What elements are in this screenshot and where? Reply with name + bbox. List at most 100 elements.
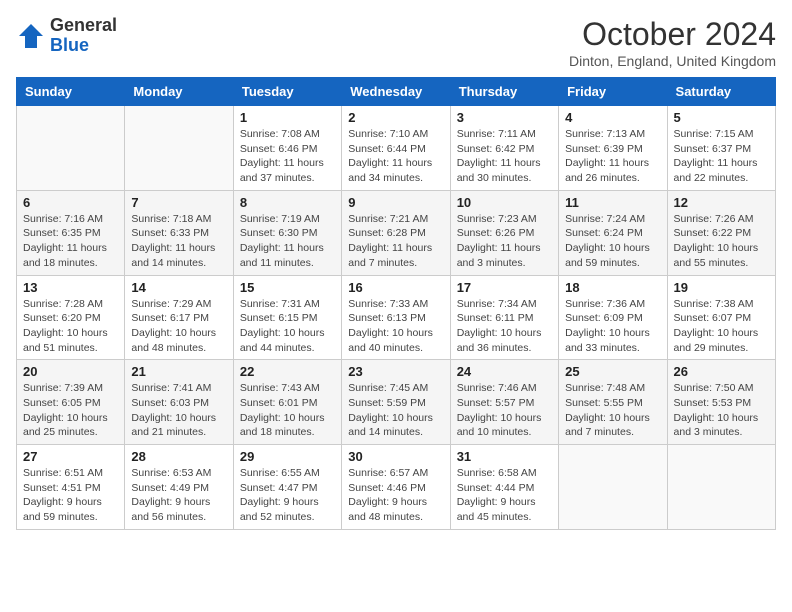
day-number: 27 (23, 449, 118, 464)
day-detail: Sunrise: 6:51 AM Sunset: 4:51 PM Dayligh… (23, 466, 118, 525)
calendar-cell: 2 Sunrise: 7:10 AM Sunset: 6:44 PM Daylig… (342, 106, 450, 191)
day-detail: Sunrise: 7:21 AM Sunset: 6:28 PM Dayligh… (348, 212, 443, 271)
calendar-week-1: 1Sunrise: 7:08 AM Sunset: 6:46 PM Daylig… (17, 106, 776, 191)
calendar-cell: 14 Sunrise: 7:29 AM Sunset: 6:17 PM Dayli… (125, 275, 233, 360)
calendar-cell: 8Sunrise: 7:19 AM Sunset: 6:30 PM Daylig… (233, 190, 341, 275)
day-number: 30 (348, 449, 443, 464)
month-title: October 2024 (569, 16, 776, 53)
day-detail: Sunrise: 7:34 AM Sunset: 6:11 PM Dayligh… (457, 297, 552, 356)
calendar-week-4: 20Sunrise: 7:39 AM Sunset: 6:05 PM Dayli… (17, 360, 776, 445)
day-number: 24 (457, 364, 552, 379)
day-detail: Sunrise: 7:36 AM Sunset: 6:09 PM Dayligh… (565, 297, 660, 356)
day-detail: Sunrise: 6:55 AM Sunset: 4:47 PM Dayligh… (240, 466, 335, 525)
calendar-cell (667, 445, 775, 530)
day-number: 26 (674, 364, 769, 379)
day-number: 12 (674, 195, 769, 210)
day-detail: Sunrise: 6:53 AM Sunset: 4:49 PM Dayligh… (131, 466, 226, 525)
calendar-cell: 25 Sunrise: 7:48 AM Sunset: 5:55 PM Dayli… (559, 360, 667, 445)
day-detail: Sunrise: 7:45 AM Sunset: 5:59 PM Dayligh… (348, 381, 443, 440)
day-detail: Sunrise: 7:33 AM Sunset: 6:13 PM Dayligh… (348, 297, 443, 356)
calendar-cell: 9Sunrise: 7:21 AM Sunset: 6:28 PM Daylig… (342, 190, 450, 275)
day-detail: Sunrise: 7:48 AM Sunset: 5:55 PM Dayligh… (565, 381, 660, 440)
day-number: 7 (131, 195, 226, 210)
day-detail: Sunrise: 7:29 AM Sunset: 6:17 PM Dayligh… (131, 297, 226, 356)
day-number: 14 (131, 280, 226, 295)
day-number: 2 (348, 110, 443, 125)
calendar-cell: 22 Sunrise: 7:43 AM Sunset: 6:01 PM Dayli… (233, 360, 341, 445)
weekday-header-monday: Monday (125, 78, 233, 106)
calendar-cell: 15 Sunrise: 7:31 AM Sunset: 6:15 PM Dayli… (233, 275, 341, 360)
day-detail: Sunrise: 7:23 AM Sunset: 6:26 PM Dayligh… (457, 212, 552, 271)
day-number: 13 (23, 280, 118, 295)
calendar-cell: 12 Sunrise: 7:26 AM Sunset: 6:22 PM Dayli… (667, 190, 775, 275)
day-detail: Sunrise: 7:46 AM Sunset: 5:57 PM Dayligh… (457, 381, 552, 440)
calendar-cell: 30 Sunrise: 6:57 AM Sunset: 4:46 PM Dayli… (342, 445, 450, 530)
calendar-cell: 4 Sunrise: 7:13 AM Sunset: 6:39 PM Daylig… (559, 106, 667, 191)
day-number: 23 (348, 364, 443, 379)
day-number: 22 (240, 364, 335, 379)
calendar-cell: 7 Sunrise: 7:18 AM Sunset: 6:33 PM Daylig… (125, 190, 233, 275)
day-detail: Sunrise: 7:18 AM Sunset: 6:33 PM Dayligh… (131, 212, 226, 271)
weekday-header-row: SundayMondayTuesdayWednesdayThursdayFrid… (17, 78, 776, 106)
weekday-header-thursday: Thursday (450, 78, 558, 106)
day-detail: Sunrise: 7:10 AM Sunset: 6:44 PM Dayligh… (348, 127, 443, 186)
calendar-cell (125, 106, 233, 191)
logo-blue-text: Blue (50, 35, 89, 55)
day-detail: Sunrise: 6:57 AM Sunset: 4:46 PM Dayligh… (348, 466, 443, 525)
calendar-cell: 5Sunrise: 7:15 AM Sunset: 6:37 PM Daylig… (667, 106, 775, 191)
day-detail: Sunrise: 7:50 AM Sunset: 5:53 PM Dayligh… (674, 381, 769, 440)
calendar-cell: 16 Sunrise: 7:33 AM Sunset: 6:13 PM Dayli… (342, 275, 450, 360)
calendar-cell (559, 445, 667, 530)
day-detail: Sunrise: 7:11 AM Sunset: 6:42 PM Dayligh… (457, 127, 552, 186)
calendar-cell: 18 Sunrise: 7:36 AM Sunset: 6:09 PM Dayli… (559, 275, 667, 360)
day-number: 29 (240, 449, 335, 464)
location-subtitle: Dinton, England, United Kingdom (569, 53, 776, 69)
title-area: October 2024 Dinton, England, United Kin… (569, 16, 776, 69)
day-number: 21 (131, 364, 226, 379)
day-detail: Sunrise: 7:38 AM Sunset: 6:07 PM Dayligh… (674, 297, 769, 356)
day-number: 11 (565, 195, 660, 210)
calendar-cell: 17 Sunrise: 7:34 AM Sunset: 6:11 PM Dayli… (450, 275, 558, 360)
day-detail: Sunrise: 7:13 AM Sunset: 6:39 PM Dayligh… (565, 127, 660, 186)
logo-general-text: General (50, 15, 117, 35)
calendar-cell: 11 Sunrise: 7:24 AM Sunset: 6:24 PM Dayli… (559, 190, 667, 275)
day-detail: Sunrise: 7:43 AM Sunset: 6:01 PM Dayligh… (240, 381, 335, 440)
calendar-cell: 6 Sunrise: 7:16 AM Sunset: 6:35 PM Daylig… (17, 190, 125, 275)
calendar-cell: 26 Sunrise: 7:50 AM Sunset: 5:53 PM Dayli… (667, 360, 775, 445)
day-detail: Sunrise: 7:26 AM Sunset: 6:22 PM Dayligh… (674, 212, 769, 271)
logo-icon (16, 21, 46, 51)
weekday-header-tuesday: Tuesday (233, 78, 341, 106)
day-number: 25 (565, 364, 660, 379)
calendar-cell: 19Sunrise: 7:38 AM Sunset: 6:07 PM Dayli… (667, 275, 775, 360)
day-detail: Sunrise: 7:16 AM Sunset: 6:35 PM Dayligh… (23, 212, 118, 271)
calendar-cell: 27 Sunrise: 6:51 AM Sunset: 4:51 PM Dayli… (17, 445, 125, 530)
calendar-week-5: 27 Sunrise: 6:51 AM Sunset: 4:51 PM Dayli… (17, 445, 776, 530)
calendar-cell (17, 106, 125, 191)
day-number: 10 (457, 195, 552, 210)
calendar-week-3: 13 Sunrise: 7:28 AM Sunset: 6:20 PM Dayli… (17, 275, 776, 360)
day-detail: Sunrise: 7:31 AM Sunset: 6:15 PM Dayligh… (240, 297, 335, 356)
weekday-header-saturday: Saturday (667, 78, 775, 106)
day-detail: Sunrise: 7:19 AM Sunset: 6:30 PM Dayligh… (240, 212, 335, 271)
calendar-cell: 24 Sunrise: 7:46 AM Sunset: 5:57 PM Dayli… (450, 360, 558, 445)
day-detail: Sunrise: 7:28 AM Sunset: 6:20 PM Dayligh… (23, 297, 118, 356)
day-number: 28 (131, 449, 226, 464)
calendar-cell: 20Sunrise: 7:39 AM Sunset: 6:05 PM Dayli… (17, 360, 125, 445)
day-detail: Sunrise: 7:24 AM Sunset: 6:24 PM Dayligh… (565, 212, 660, 271)
day-detail: Sunrise: 7:39 AM Sunset: 6:05 PM Dayligh… (23, 381, 118, 440)
calendar-table: SundayMondayTuesdayWednesdayThursdayFrid… (16, 77, 776, 530)
day-number: 6 (23, 195, 118, 210)
day-number: 17 (457, 280, 552, 295)
day-number: 4 (565, 110, 660, 125)
calendar-cell: 23 Sunrise: 7:45 AM Sunset: 5:59 PM Dayli… (342, 360, 450, 445)
page-header: General Blue October 2024 Dinton, Englan… (16, 16, 776, 69)
calendar-cell: 28 Sunrise: 6:53 AM Sunset: 4:49 PM Dayli… (125, 445, 233, 530)
day-number: 15 (240, 280, 335, 295)
day-number: 3 (457, 110, 552, 125)
calendar-cell: 10 Sunrise: 7:23 AM Sunset: 6:26 PM Dayli… (450, 190, 558, 275)
calendar-cell: 29 Sunrise: 6:55 AM Sunset: 4:47 PM Dayli… (233, 445, 341, 530)
day-number: 16 (348, 280, 443, 295)
day-number: 18 (565, 280, 660, 295)
day-detail: Sunrise: 7:41 AM Sunset: 6:03 PM Dayligh… (131, 381, 226, 440)
calendar-cell: 31Sunrise: 6:58 AM Sunset: 4:44 PM Dayli… (450, 445, 558, 530)
